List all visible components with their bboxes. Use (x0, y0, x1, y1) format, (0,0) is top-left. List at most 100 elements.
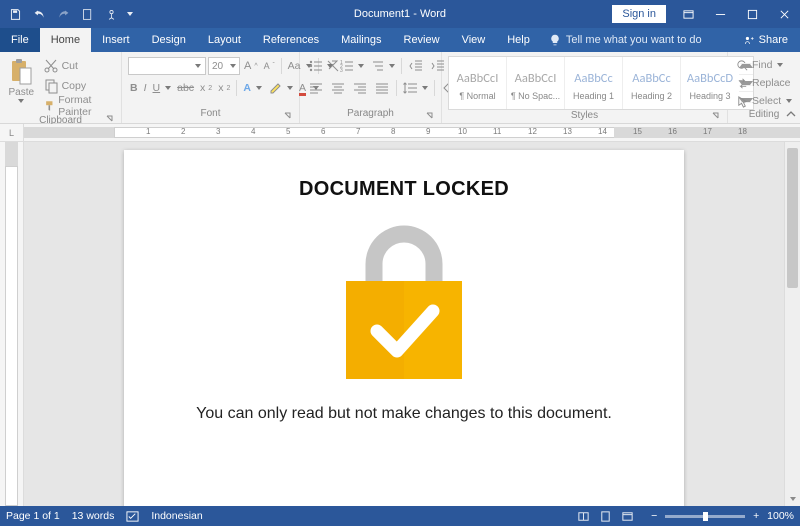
title-bar: Document1 - Word Sign in (0, 0, 800, 28)
justify-button[interactable] (372, 79, 392, 97)
bold-button[interactable]: B (128, 79, 140, 97)
font-name-combo[interactable] (128, 57, 206, 75)
share-button[interactable]: Share (732, 28, 800, 52)
lightbulb-icon (549, 34, 561, 46)
line-spacing-button[interactable] (401, 79, 430, 97)
copy-button[interactable]: Copy (41, 77, 115, 95)
tab-review[interactable]: Review (393, 28, 451, 52)
styles-gallery[interactable]: AaBbCcI¶ Normal AaBbCcI¶ No Spac... AaBb… (448, 56, 754, 110)
document-viewport[interactable]: DOCUMENT LOCKED You can only read but no… (24, 142, 784, 506)
grow-font-button[interactable]: A^ (242, 57, 260, 75)
tab-view[interactable]: View (451, 28, 497, 52)
line-spacing-icon (403, 80, 419, 96)
zoom-value[interactable]: 100% (767, 510, 794, 522)
align-right-button[interactable] (350, 79, 370, 97)
zoom-in-button[interactable]: + (751, 510, 761, 522)
font-dialog-launcher[interactable] (283, 112, 293, 122)
align-center-button[interactable] (328, 79, 348, 97)
ruler-strip: 12 34 56 78 910 1112 1314 1516 1718 (24, 124, 800, 141)
italic-button[interactable]: I (142, 79, 149, 97)
replace-button[interactable]: Replace (734, 75, 793, 91)
chevron-down-icon (18, 99, 24, 103)
read-mode-button[interactable] (573, 508, 593, 524)
text-effects-button[interactable]: A (241, 79, 264, 97)
styles-dialog-launcher[interactable] (711, 112, 721, 122)
zoom-slider[interactable] (665, 515, 745, 518)
print-layout-button[interactable] (595, 508, 615, 524)
group-font: 20 A^ Aˇ Aa B I U abc x2 x2 A A Font (122, 52, 300, 123)
highlight-button[interactable] (266, 79, 295, 97)
cut-button[interactable]: Cut (41, 57, 115, 75)
sign-in-button[interactable]: Sign in (612, 5, 666, 23)
align-left-button[interactable] (306, 79, 326, 97)
group-font-label: Font (200, 108, 220, 119)
multilevel-icon (370, 58, 386, 74)
shrink-font-button[interactable]: Aˇ (262, 57, 277, 75)
new-doc-icon[interactable] (76, 3, 98, 25)
chevron-down-icon (389, 64, 395, 68)
format-painter-button[interactable]: Format Painter (41, 97, 115, 115)
ruler-horizontal[interactable]: L 12 34 56 78 910 1112 1314 1516 1718 (0, 124, 800, 142)
style-heading-2[interactable]: AaBbCcHeading 2 (623, 57, 681, 109)
status-page[interactable]: Page 1 of 1 (6, 510, 60, 522)
close-button[interactable] (768, 0, 800, 28)
cut-label: Cut (62, 60, 78, 72)
select-button[interactable]: Select (734, 93, 794, 109)
qat-customize-icon[interactable] (124, 3, 136, 25)
app-name: Word (420, 8, 446, 20)
numbering-button[interactable]: 123 (337, 57, 366, 75)
paragraph-dialog-launcher[interactable] (425, 112, 435, 122)
style-normal[interactable]: AaBbCcI¶ Normal (449, 57, 507, 109)
autosave-icon[interactable] (4, 3, 26, 25)
scroll-down-button[interactable] (785, 492, 800, 506)
minimize-button[interactable] (704, 0, 736, 28)
tab-selector[interactable]: L (0, 124, 24, 142)
tab-home[interactable]: Home (40, 28, 91, 52)
paste-button[interactable]: Paste (6, 54, 37, 103)
ruler-vertical[interactable] (0, 142, 24, 506)
font-size-combo[interactable]: 20 (208, 57, 240, 75)
scroll-thumb[interactable] (787, 148, 798, 288)
bullets-button[interactable] (306, 57, 335, 75)
lock-illustration (164, 219, 644, 389)
chevron-down-icon (358, 64, 364, 68)
font-size-value: 20 (212, 61, 223, 72)
undo-icon[interactable] (28, 3, 50, 25)
collapse-ribbon-button[interactable] (785, 109, 797, 121)
tab-help[interactable]: Help (496, 28, 541, 52)
status-language[interactable]: Indonesian (151, 510, 202, 522)
multilevel-list-button[interactable] (368, 57, 397, 75)
proofing-icon[interactable] (126, 510, 139, 523)
ribbon-display-options-icon[interactable] (672, 0, 704, 28)
vertical-scrollbar[interactable] (784, 142, 800, 506)
group-styles: AaBbCcI¶ Normal AaBbCcI¶ No Spac... AaBb… (442, 52, 728, 123)
style-no-spacing[interactable]: AaBbCcI¶ No Spac... (507, 57, 565, 109)
status-words[interactable]: 13 words (72, 510, 115, 522)
numbering-icon: 123 (339, 58, 355, 74)
chevron-down-icon (777, 63, 783, 67)
decrease-indent-button[interactable] (406, 57, 426, 75)
tab-file[interactable]: File (0, 28, 40, 52)
web-layout-button[interactable] (617, 508, 637, 524)
strike-button[interactable]: abc (175, 79, 196, 97)
select-label: Select (752, 95, 781, 107)
maximize-button[interactable] (736, 0, 768, 28)
chevron-down-icon (165, 86, 171, 90)
chevron-down-icon (230, 64, 236, 68)
tab-insert[interactable]: Insert (91, 28, 141, 52)
zoom-slider-thumb[interactable] (703, 512, 708, 521)
underline-button[interactable]: U (151, 79, 174, 97)
zoom-out-button[interactable]: − (649, 510, 659, 522)
tell-me-search[interactable]: Tell me what you want to do (541, 28, 710, 52)
tab-design[interactable]: Design (141, 28, 197, 52)
superscript-button[interactable]: x2 (216, 79, 232, 97)
align-right-icon (352, 80, 368, 96)
zoom-control: − + 100% (649, 510, 794, 522)
touch-mode-icon[interactable] (100, 3, 122, 25)
redo-icon[interactable] (52, 3, 74, 25)
style-heading-1[interactable]: AaBbCcHeading 1 (565, 57, 623, 109)
subscript-button[interactable]: x2 (198, 79, 214, 97)
tab-references[interactable]: References (252, 28, 330, 52)
tab-mailings[interactable]: Mailings (330, 28, 392, 52)
tab-layout[interactable]: Layout (197, 28, 252, 52)
